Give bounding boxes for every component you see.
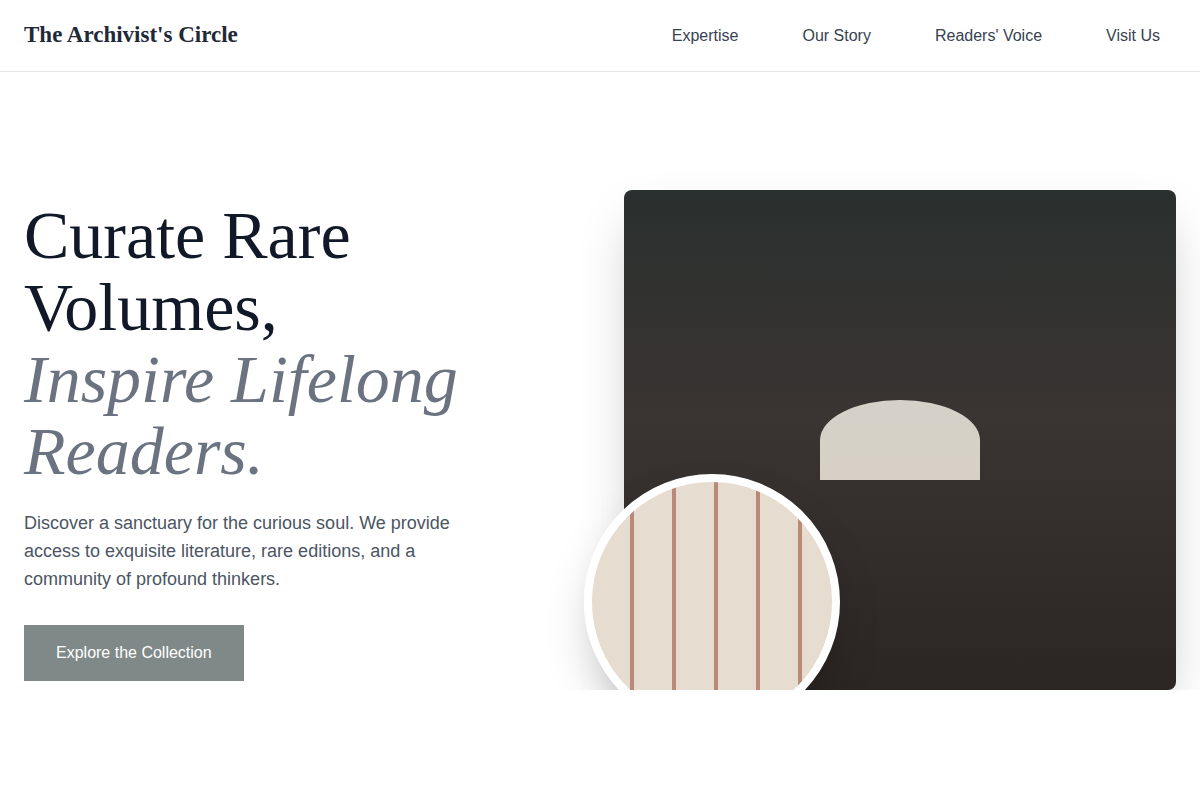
hero-description: Discover a sanctuary for the curious sou… bbox=[24, 509, 504, 593]
hero-text: Curate Rare Volumes, Inspire Lifelong Re… bbox=[24, 199, 576, 681]
nav-link[interactable]: Expertise bbox=[672, 24, 739, 48]
open-book-shape bbox=[820, 400, 980, 480]
hero-heading: Curate Rare Volumes, Inspire Lifelong Re… bbox=[24, 199, 524, 487]
site-header: The Archivist's Circle Expertise Our Stor… bbox=[0, 0, 1200, 72]
main-nav: Expertise Our Story Readers' Voice Visit Us bbox=[672, 24, 1176, 48]
nav-link[interactable]: Our Story bbox=[802, 24, 870, 48]
explore-button[interactable]: Explore the Collection bbox=[24, 625, 244, 681]
logo[interactable]: The Archivist's Circle bbox=[24, 18, 238, 53]
nav-link[interactable]: Visit Us bbox=[1106, 24, 1160, 48]
nav-link[interactable]: Readers' Voice bbox=[935, 24, 1042, 48]
hero-section: Curate Rare Volumes, Inspire Lifelong Re… bbox=[0, 72, 1200, 690]
